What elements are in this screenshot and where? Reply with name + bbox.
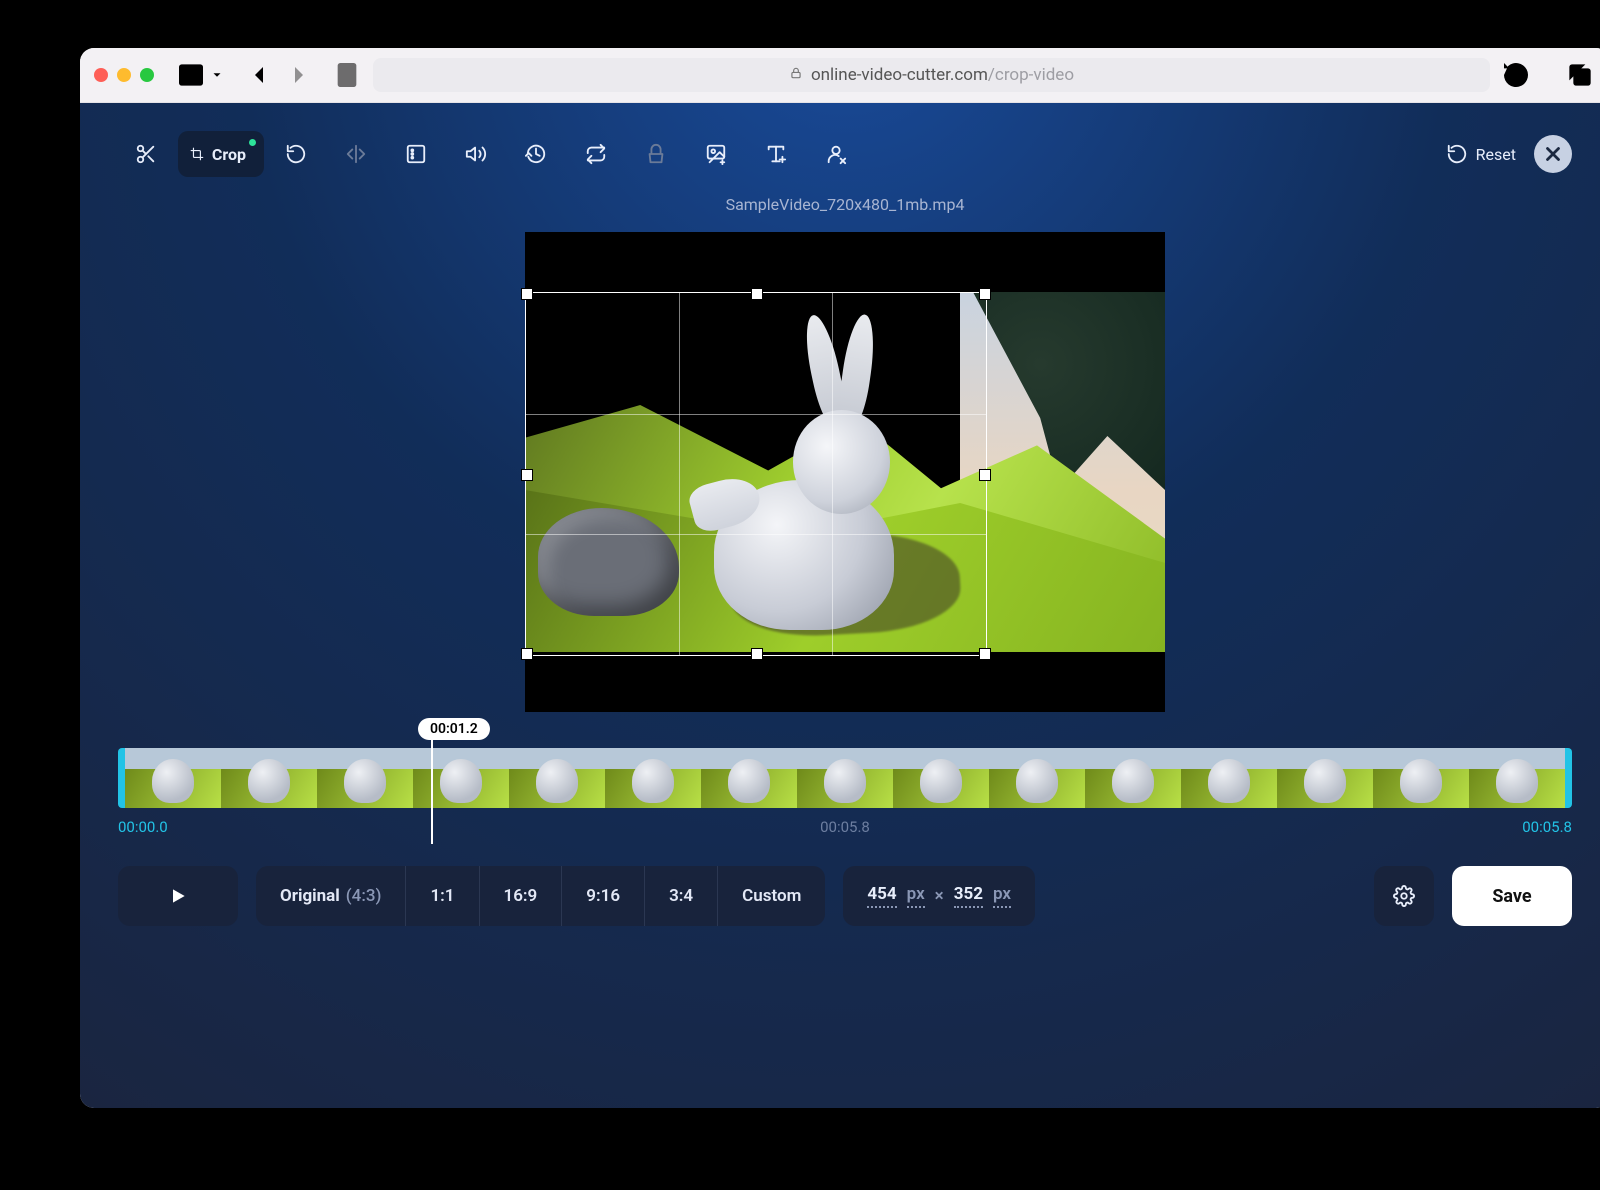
- resize-tool[interactable]: [388, 131, 444, 177]
- crop-handle-s[interactable]: [751, 648, 763, 660]
- cut-tool[interactable]: [118, 131, 174, 177]
- bottom-bar: Original (4:3) 1:1 16:9 9:16 3:4 Custom …: [118, 866, 1572, 926]
- dimensions-display[interactable]: 454 px × 352 px: [843, 866, 1035, 926]
- nav-forward-icon: [283, 59, 315, 91]
- aspect-ratio-group: Original (4:3) 1:1 16:9 9:16 3:4 Custom: [256, 866, 825, 926]
- ratio-custom[interactable]: Custom: [717, 866, 825, 926]
- rotate-tool[interactable]: [268, 131, 324, 177]
- reload-icon[interactable]: [1500, 59, 1532, 91]
- time-mid-label: 00:05.8: [820, 818, 870, 836]
- traffic-light-minimize[interactable]: [117, 68, 131, 82]
- add-text-tool[interactable]: [748, 131, 804, 177]
- crop-tool-label: Crop: [212, 145, 246, 164]
- active-indicator-icon: [249, 139, 256, 146]
- lock-icon: [789, 65, 803, 85]
- crop-width-unit[interactable]: px: [907, 884, 925, 908]
- filename-label: SampleVideo_720x480_1mb.mp4: [118, 195, 1572, 214]
- app-body: Crop: [80, 103, 1600, 1108]
- traffic-light-close[interactable]: [94, 68, 108, 82]
- traffic-light-zoom[interactable]: [140, 68, 154, 82]
- tab-overview-icon[interactable]: [1564, 59, 1596, 91]
- save-button[interactable]: Save: [1452, 866, 1572, 926]
- time-start-label: 00:00.0: [118, 818, 168, 836]
- flip-tool[interactable]: [328, 131, 384, 177]
- close-button[interactable]: [1534, 135, 1572, 173]
- ratio-1-1[interactable]: 1:1: [405, 866, 478, 926]
- playhead-time-label: 00:01.2: [418, 718, 490, 740]
- new-tab-icon[interactable]: [1532, 59, 1564, 91]
- ratio-16-9[interactable]: 16:9: [479, 866, 562, 926]
- crop-height-unit[interactable]: px: [993, 884, 1011, 908]
- reset-button[interactable]: Reset: [1446, 143, 1516, 165]
- crop-tool[interactable]: Crop: [178, 131, 264, 177]
- ratio-3-4[interactable]: 3:4: [644, 866, 717, 926]
- ratio-original[interactable]: Original (4:3): [256, 866, 405, 926]
- crop-height-value[interactable]: 352: [954, 884, 983, 908]
- browser-window: online-video-cutter.com/crop-video: [80, 48, 1600, 1108]
- loop-tool[interactable]: [568, 131, 624, 177]
- crop-handle-ne[interactable]: [979, 288, 991, 300]
- tool-bar: Crop: [118, 131, 1572, 177]
- speed-tool[interactable]: [508, 131, 564, 177]
- nav-back-icon[interactable]: [243, 59, 275, 91]
- crop-handle-w[interactable]: [521, 469, 533, 481]
- sidebar-toggle-icon[interactable]: [175, 59, 207, 91]
- url-path: /crop-video: [988, 65, 1074, 85]
- crop-handle-e[interactable]: [979, 469, 991, 481]
- timeline[interactable]: 00:01.2: [118, 748, 1572, 836]
- browser-chrome: online-video-cutter.com/crop-video: [80, 48, 1600, 103]
- crop-width-value[interactable]: 454: [867, 884, 896, 908]
- timeline-track[interactable]: [118, 748, 1572, 808]
- video-preview[interactable]: [525, 232, 1165, 712]
- url-host: online-video-cutter.com: [811, 65, 988, 85]
- address-bar[interactable]: online-video-cutter.com/crop-video: [373, 58, 1490, 92]
- reset-label: Reset: [1476, 145, 1516, 164]
- save-label: Save: [1492, 886, 1531, 907]
- crop-handle-se[interactable]: [979, 648, 991, 660]
- reader-icon[interactable]: [331, 59, 363, 91]
- timeline-labels: 00:00.0 00:05.8 00:05.8: [118, 818, 1572, 836]
- time-end-label: 00:05.8: [1522, 818, 1572, 836]
- dimension-separator-icon: ×: [935, 886, 944, 906]
- add-image-tool[interactable]: [688, 131, 744, 177]
- remove-logo-tool[interactable]: [808, 131, 864, 177]
- settings-button[interactable]: [1374, 866, 1434, 926]
- stabilize-tool[interactable]: [628, 131, 684, 177]
- crop-handle-n[interactable]: [751, 288, 763, 300]
- volume-tool[interactable]: [448, 131, 504, 177]
- playhead[interactable]: [431, 740, 433, 844]
- crop-handle-sw[interactable]: [521, 648, 533, 660]
- sidebar-menu-chevron-icon[interactable]: [207, 59, 227, 91]
- play-button[interactable]: [118, 866, 238, 926]
- crop-handle-nw[interactable]: [521, 288, 533, 300]
- crop-rectangle[interactable]: [525, 292, 987, 656]
- ratio-9-16[interactable]: 9:16: [561, 866, 644, 926]
